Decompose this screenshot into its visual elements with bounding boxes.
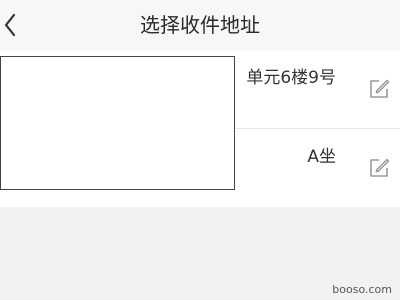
nav-bar: 选择收件地址 (0, 0, 400, 50)
edit-address-button[interactable] (368, 78, 390, 100)
edit-address-button[interactable] (368, 157, 390, 179)
edit-icon (370, 79, 390, 98)
watermark: booso.com (332, 283, 392, 296)
back-button[interactable] (0, 8, 34, 42)
edit-icon (370, 158, 390, 177)
page-title: 选择收件地址 (140, 13, 260, 37)
chevron-left-icon (4, 13, 16, 37)
address-select-screen: 选择收件地址 单元6楼9号 A坐 booso.com (0, 0, 400, 300)
redaction-box (0, 56, 235, 190)
